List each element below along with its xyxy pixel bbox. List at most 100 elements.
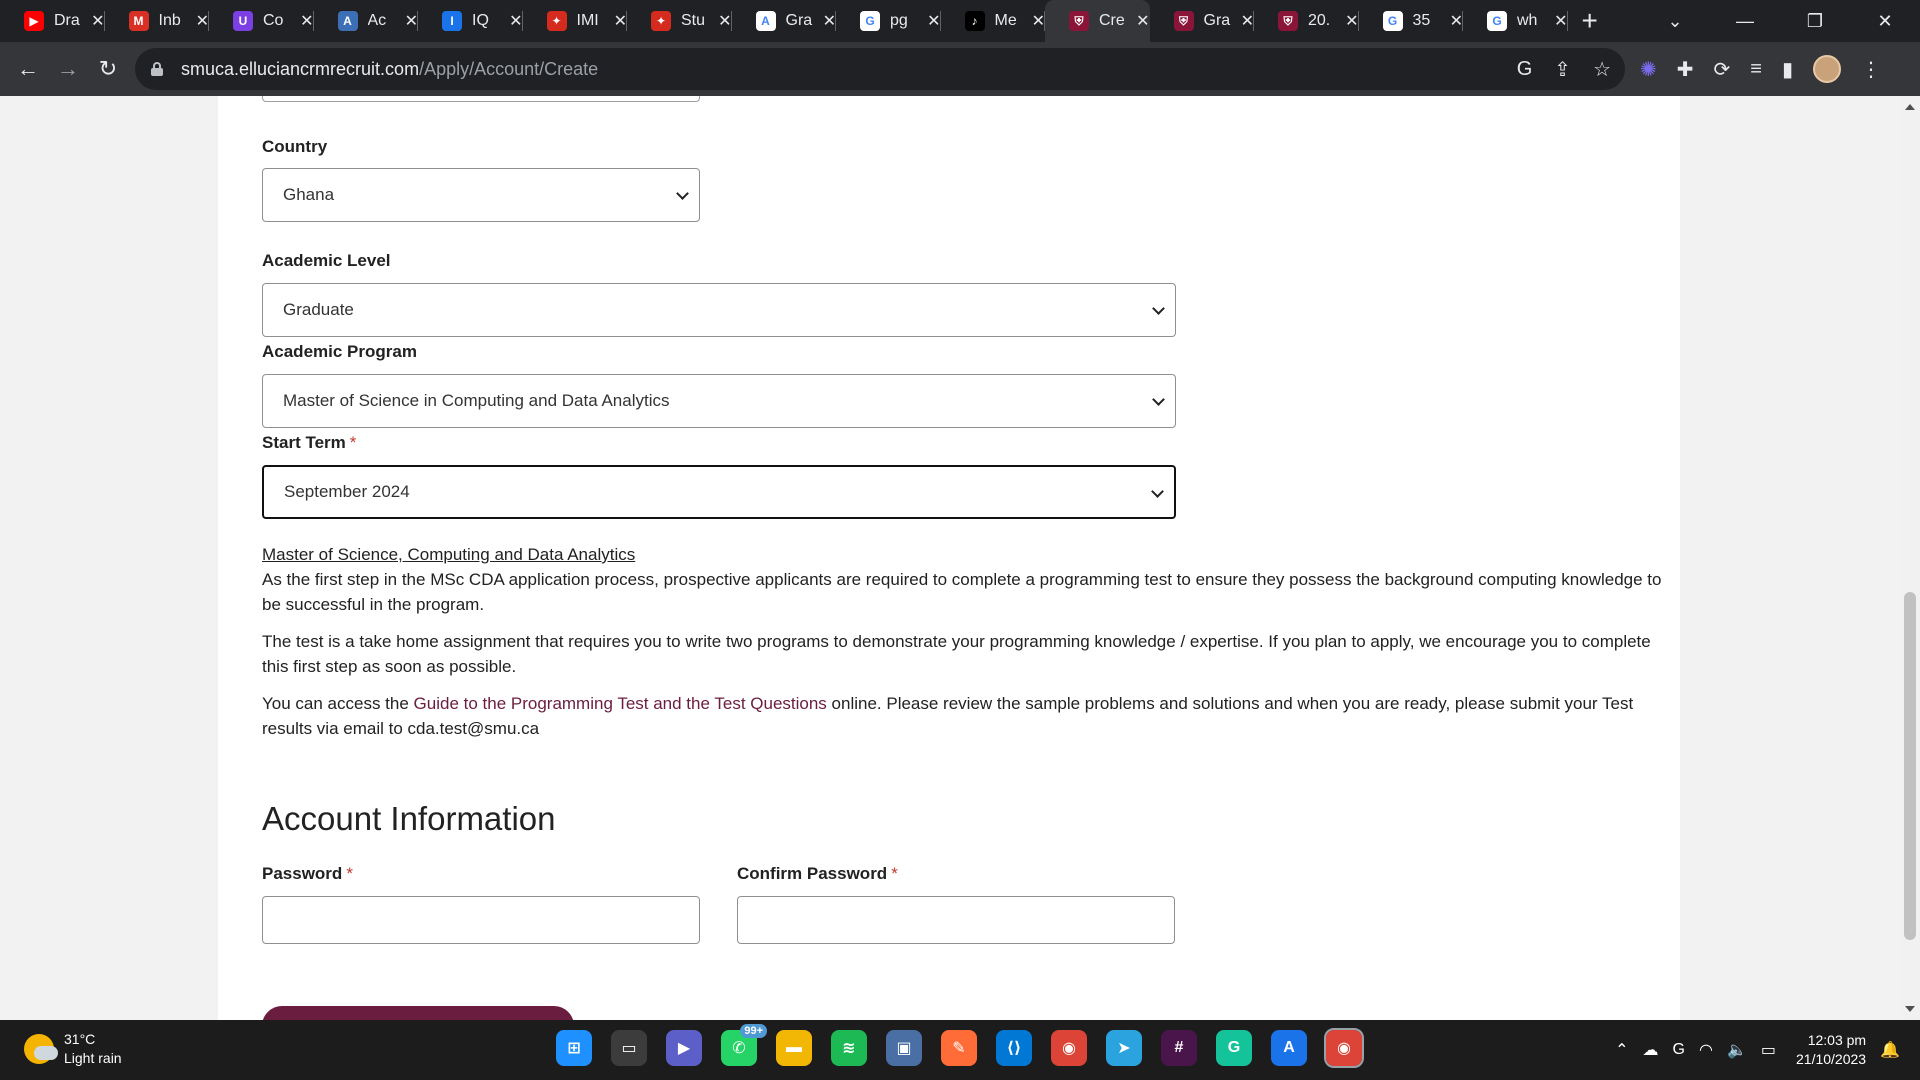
chrome-profile-icon[interactable]: ◉	[1324, 1028, 1364, 1068]
academic-level-select[interactable]: Graduate	[262, 283, 1176, 337]
previous-field-edge[interactable]	[262, 96, 700, 102]
doc-icon: A	[337, 11, 358, 31]
vscode-icon[interactable]: ⟨⟩	[996, 1030, 1032, 1066]
submit-button[interactable]	[262, 1006, 574, 1020]
postman-icon[interactable]: ✎	[941, 1030, 977, 1066]
maple-leaf-icon: ✦	[546, 11, 567, 31]
back-button[interactable]: ←	[8, 49, 48, 89]
programming-test-guide-link[interactable]: Guide to the Programming Test and the Te…	[414, 694, 827, 713]
browser-tab[interactable]: Gwh ✕	[1463, 0, 1568, 42]
tab-title: Ac	[367, 12, 387, 29]
weather-widget[interactable]: 31°C Light rain	[24, 1030, 122, 1068]
tab-title: 35	[1412, 12, 1431, 29]
browser-tab[interactable]: ▶ Dra ✕	[0, 0, 105, 42]
tab-close-icon[interactable]: ✕	[718, 11, 731, 31]
scroll-up-arrow-icon[interactable]	[1905, 104, 1915, 110]
tab-close-icon[interactable]: ✕	[509, 11, 522, 31]
page-scrollbar[interactable]	[1900, 96, 1920, 1020]
whatsapp-icon[interactable]: ✆ 99+	[721, 1024, 767, 1066]
google-lens-icon[interactable]: G	[1517, 58, 1533, 81]
sync-icon[interactable]: ⟳	[1714, 57, 1731, 82]
minimize-button[interactable]: —	[1710, 11, 1780, 32]
side-panel-icon[interactable]: ▮	[1782, 57, 1793, 82]
browser-tab[interactable]: U Co ✕	[209, 0, 314, 42]
system-tray: ⌃ ☁ G ◠ 🔈 ▭ 12:03 pm 21/10/2023 🔔	[1615, 1020, 1900, 1080]
show-hidden-icons-icon[interactable]: ⌃	[1615, 1040, 1628, 1060]
url-text[interactable]: smuca.elluciancrmrecruit.com/Apply/Accou…	[181, 59, 598, 80]
tab-search-icon[interactable]: ⌄	[1640, 11, 1710, 32]
chrome-icon[interactable]: ◉	[1051, 1030, 1087, 1066]
academic-program-select[interactable]: Master of Science in Computing and Data …	[262, 374, 1176, 428]
bookmark-star-icon[interactable]: ☆	[1593, 57, 1611, 82]
tab-close-icon[interactable]: ✕	[823, 11, 836, 31]
notification-bell-icon[interactable]: 🔔	[1880, 1040, 1900, 1060]
close-window-button[interactable]: ✕	[1850, 11, 1920, 32]
weather-rain-icon	[24, 1034, 58, 1064]
tab-close-icon[interactable]: ✕	[1032, 11, 1045, 31]
password-input[interactable]	[262, 896, 700, 944]
scrollbar-thumb[interactable]	[1904, 592, 1916, 940]
browser-tab[interactable]: M Inb ✕	[105, 0, 209, 42]
share-icon[interactable]: ⇪	[1554, 57, 1571, 82]
browser-tab[interactable]: A Gra ✕	[732, 0, 836, 42]
country-select[interactable]: Ghana	[262, 168, 700, 222]
teams-chat-icon[interactable]: ▶	[666, 1030, 702, 1066]
wifi-icon[interactable]: ◠	[1699, 1040, 1713, 1060]
remote-desktop-icon[interactable]: ▣	[886, 1030, 922, 1066]
task-view-icon[interactable]: ▭	[611, 1030, 647, 1066]
tab-close-icon[interactable]: ✕	[196, 11, 209, 31]
browser-tab[interactable]: I IQ ✕	[418, 0, 523, 42]
tab-close-icon[interactable]: ✕	[300, 11, 313, 31]
extension-icon[interactable]: ✺	[1640, 57, 1657, 82]
tab-close-icon[interactable]: ✕	[91, 11, 104, 31]
address-bar[interactable]: smuca.elluciancrmrecruit.com/Apply/Accou…	[135, 48, 1625, 90]
country-value: Ghana	[283, 185, 335, 204]
extensions-puzzle-icon[interactable]: ✚	[1677, 57, 1694, 82]
browser-tab[interactable]: ⛨ 20. ✕	[1254, 0, 1359, 42]
program-info-heading[interactable]: Master of Science, Computing and Data An…	[262, 542, 1662, 567]
tiktok-icon: ♪	[964, 11, 985, 31]
tab-close-icon[interactable]: ✕	[1241, 11, 1254, 31]
tab-close-icon[interactable]: ✕	[1554, 11, 1567, 31]
clock[interactable]: 12:03 pm 21/10/2023	[1796, 1031, 1866, 1069]
browser-tab[interactable]: G 35 ✕	[1359, 0, 1463, 42]
start-button-icon[interactable]: ⊞	[556, 1030, 592, 1066]
profile-avatar[interactable]	[1812, 55, 1841, 83]
scroll-down-arrow-icon[interactable]	[1905, 1006, 1915, 1012]
tab-close-icon[interactable]: ✕	[927, 11, 940, 31]
browser-tab[interactable]: ✦ Stu ✕	[627, 0, 732, 42]
file-explorer-icon[interactable]: ▬	[776, 1030, 812, 1066]
forward-button[interactable]: →	[48, 49, 88, 89]
menu-kebab-icon[interactable]: ⋮	[1861, 57, 1881, 82]
telegram-icon[interactable]: ➤	[1106, 1030, 1142, 1066]
browser-tab[interactable]: ✦ IMI ✕	[523, 0, 627, 42]
reading-list-icon[interactable]: ≡	[1750, 58, 1762, 81]
restore-button[interactable]: ❐	[1780, 11, 1850, 32]
tab-close-icon[interactable]: ✕	[1345, 11, 1358, 31]
tab-close-icon[interactable]: ✕	[1450, 11, 1463, 31]
start-term-select[interactable]: September 2024	[262, 465, 1176, 519]
browser-tab[interactable]: ♪ Me ✕	[941, 0, 1045, 42]
browser-tab[interactable]: Gpg ✕	[836, 0, 941, 42]
grammarly-tray-icon[interactable]: G	[1673, 1041, 1685, 1059]
app-store-icon[interactable]: A	[1271, 1030, 1307, 1066]
spotify-icon[interactable]: ≋	[831, 1030, 867, 1066]
browser-tab[interactable]: A Ac ✕	[314, 0, 418, 42]
volume-icon[interactable]: 🔈	[1727, 1040, 1747, 1060]
chevron-down-icon	[1151, 485, 1164, 498]
slack-icon[interactable]: #	[1161, 1030, 1197, 1066]
confirm-password-input[interactable]	[737, 896, 1175, 944]
browser-tab[interactable]: ⛨ Gra ✕	[1150, 0, 1254, 42]
grammarly-icon[interactable]: G	[1216, 1030, 1252, 1066]
new-tab-icon[interactable]: +	[1582, 7, 1598, 35]
lock-icon[interactable]	[151, 62, 163, 76]
time-text: 12:03 pm	[1807, 1032, 1867, 1048]
browser-tab[interactable]: ⛨ Cre ✕	[1045, 0, 1150, 42]
onedrive-icon[interactable]: ☁	[1643, 1040, 1659, 1060]
start-term-value: September 2024	[284, 482, 410, 501]
reload-button[interactable]: ↻	[88, 49, 128, 89]
tab-close-icon[interactable]: ✕	[614, 11, 627, 31]
tab-close-icon[interactable]: ✕	[405, 11, 418, 31]
tab-close-icon[interactable]: ✕	[1136, 11, 1149, 31]
battery-icon[interactable]: ▭	[1761, 1040, 1776, 1060]
